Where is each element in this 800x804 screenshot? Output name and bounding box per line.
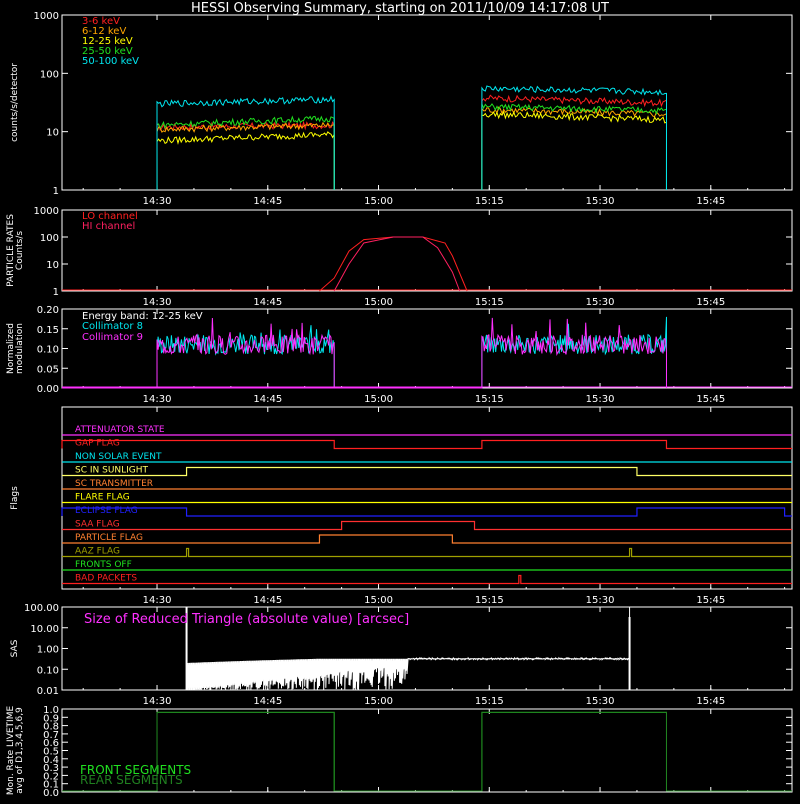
x-tick-label: 15:15	[475, 696, 504, 707]
flag-line	[62, 574, 792, 585]
x-tick-label: 14:30	[143, 696, 172, 707]
y-tick-label: 100.00	[24, 603, 59, 614]
y-axis-label: counts/s/detector	[10, 63, 20, 142]
x-tick-label: 15:00	[364, 394, 393, 405]
annotation: Size of Reduced Triangle (absolute value…	[84, 612, 409, 627]
x-tick-label: 15:00	[364, 696, 393, 707]
x-tick-label: 14:45	[253, 196, 282, 207]
series-line-Collimator-8	[62, 316, 667, 389]
flag-line	[62, 520, 792, 531]
flag-line	[62, 547, 792, 558]
x-tick-label: 15:30	[586, 696, 615, 707]
legend-entry: REAR SEGMENTS	[80, 773, 183, 787]
x-tick-label: 15:00	[364, 196, 393, 207]
y-tick-label: 0.10	[37, 345, 59, 356]
y-tick-label: 1000	[34, 206, 59, 217]
x-tick-label: 15:15	[475, 394, 504, 405]
y-tick-label: 1	[53, 287, 59, 298]
series-line-50-100-keV	[156, 95, 335, 191]
y-tick-label: 100	[40, 69, 59, 80]
flag-label: SC IN SUNLIGHT	[75, 466, 149, 476]
y-tick-label: 0.15	[37, 325, 59, 336]
y-tick-label: 1	[53, 186, 59, 197]
flag-label: ATTENUATOR STATE	[75, 425, 165, 435]
legend-entry: HI channel	[82, 221, 135, 232]
flag-line	[61, 439, 792, 450]
panel-frame-3	[61, 406, 793, 590]
series-line-HI-channel	[333, 236, 461, 292]
y-axis-label: Flags	[10, 486, 20, 510]
annotation: Energy band: 12-25 keV	[82, 311, 203, 322]
y-tick-label: 0.20	[37, 305, 59, 316]
x-tick-label: 15:45	[696, 595, 725, 606]
flag-label: GAP FLAG	[75, 439, 120, 449]
figure-title: HESSI Observing Summary, starting on 201…	[191, 1, 609, 16]
x-tick-label: 15:30	[586, 196, 615, 207]
flag-label: PARTICLE FLAG	[75, 533, 143, 543]
x-tick-label: 15:15	[475, 297, 504, 308]
x-tick-label: 14:30	[143, 196, 172, 207]
y-tick-label: 100	[40, 233, 59, 244]
panel-frame-0	[61, 14, 793, 191]
x-tick-label: 14:30	[143, 394, 172, 405]
y-tick-label: 0.05	[37, 364, 59, 375]
y-axis-label: SAS	[10, 639, 20, 657]
y-tick-label: 10	[46, 128, 59, 139]
x-tick-label: 14:30	[143, 297, 172, 308]
y-tick-label: 0.10	[37, 665, 59, 676]
flag-label: ECLIPSE FLAG	[75, 506, 138, 516]
y-axis-label: avg of D1,3,4,5,6,9	[15, 707, 25, 794]
x-tick-label: 14:30	[143, 595, 172, 606]
x-tick-label: 15:15	[475, 196, 504, 207]
plots-canvas: 14:30 14:45 15:00 15:15 15:30 15:45 counts/s/d…	[6, 11, 793, 799]
x-tick-label: 15:45	[696, 696, 725, 707]
y-axis-label: Counts/s	[15, 231, 25, 270]
x-tick-label: 14:45	[253, 297, 282, 308]
series-line-3-6-keV	[156, 120, 335, 191]
panel-frame-1	[61, 209, 793, 292]
flag-label: AAZ FLAG	[75, 547, 120, 557]
y-tick-label: 10	[46, 260, 59, 271]
series-line-12-25-keV	[156, 131, 335, 191]
x-tick-label: 15:30	[586, 595, 615, 606]
x-tick-label: 15:45	[696, 196, 725, 207]
series-line-Collimator-9	[62, 317, 668, 389]
y-tick-label: 1.00	[37, 645, 59, 656]
y-axis-label: modulation	[15, 323, 25, 374]
x-tick-label: 15:30	[586, 297, 615, 308]
x-tick-label: 15:45	[696, 297, 725, 308]
legend-entry: 50-100 keV	[82, 56, 139, 67]
flag-line	[62, 466, 792, 477]
flag-label: FRONTS OFF	[75, 560, 132, 570]
x-tick-label: 15:00	[364, 297, 393, 308]
y-tick-label: 1.0	[43, 705, 59, 716]
flag-line	[62, 534, 792, 544]
x-tick-label: 15:45	[696, 394, 725, 405]
x-tick-label: 15:00	[364, 595, 393, 606]
series-line-6-12-keV	[156, 121, 335, 191]
figure: HESSI Observing Summary, starting on 201…	[0, 0, 800, 800]
legend-entry: Collimator 8	[82, 321, 143, 332]
flag-label: SAA FLAG	[75, 520, 120, 530]
x-tick-label: 15:30	[586, 394, 615, 405]
y-tick-label: 10.00	[30, 624, 59, 635]
x-tick-label: 14:45	[253, 595, 282, 606]
series-line-LO-channel	[319, 236, 468, 292]
x-tick-label: 15:15	[475, 595, 504, 606]
series-line-50-100-keV	[481, 85, 668, 191]
y-tick-label: 0.00	[37, 384, 59, 395]
x-tick-label: 14:45	[253, 394, 282, 405]
flag-label: FLARE FLAG	[75, 493, 130, 503]
flag-label: SC TRANSMITTER	[75, 479, 153, 489]
x-tick-label: 14:45	[253, 696, 282, 707]
flag-line	[61, 507, 792, 517]
series-line-25-50-keV	[481, 103, 668, 191]
series-line-12-25-keV	[481, 110, 668, 191]
flag-label: NON SOLAR EVENT	[75, 452, 162, 462]
flag-label: BAD PACKETS	[75, 574, 137, 584]
y-tick-label: 0.01	[37, 686, 59, 697]
legend-entry: Collimator 9	[82, 332, 143, 343]
